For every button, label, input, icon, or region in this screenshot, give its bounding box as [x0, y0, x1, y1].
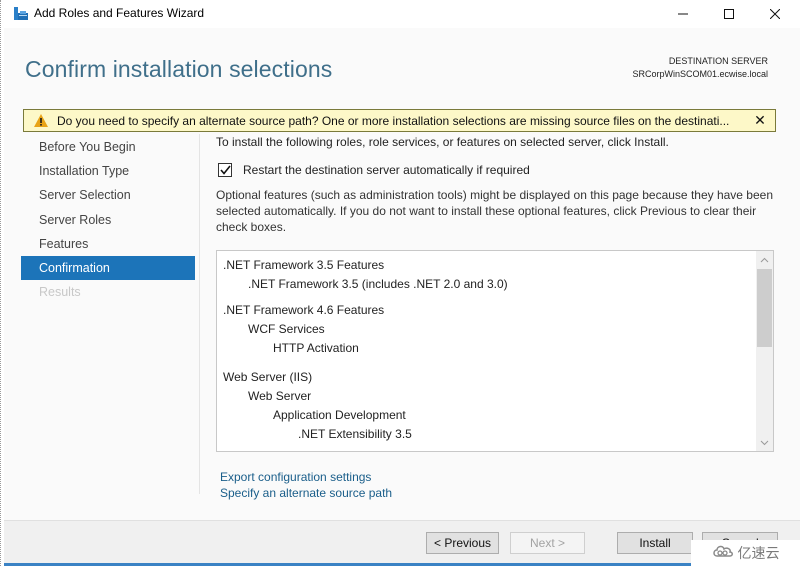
step-features[interactable]: Features [21, 232, 195, 256]
close-icon [770, 9, 780, 19]
close-button[interactable] [752, 0, 798, 28]
selection-item: Application Development [273, 408, 406, 422]
step-confirmation[interactable]: Confirmation [21, 256, 195, 280]
warning-triangle-icon [33, 113, 49, 129]
maximize-button[interactable] [706, 0, 752, 28]
install-instructions: To install the following roles, role ser… [216, 135, 669, 149]
optional-features-note: Optional features (such as administratio… [216, 188, 774, 234]
install-button[interactable]: Install [617, 532, 693, 554]
destination-server-name: SRCorpWinSCOM01.ecwise.local [632, 69, 768, 79]
next-button: Next > [510, 532, 585, 554]
window-title: Add Roles and Features Wizard [34, 6, 205, 20]
selection-item: WCF Services [248, 322, 325, 336]
page-title: Confirm installation selections [25, 56, 333, 82]
destination-server-label: DESTINATION SERVER [668, 56, 768, 66]
selection-item: .NET Framework 4.6 Features [223, 303, 385, 317]
scrollbar-thumb[interactable] [757, 269, 772, 347]
selection-item: .NET Framework 3.5 (includes .NET 2.0 an… [248, 277, 508, 291]
warning-message: Do you need to specify an alternate sour… [57, 113, 730, 128]
scroll-down-icon[interactable] [756, 434, 773, 451]
cloud-logo-icon [712, 543, 734, 563]
server-manager-app-icon [13, 6, 29, 22]
restart-checkbox-label: Restart the destination server automatic… [243, 163, 530, 177]
minimize-button[interactable] [660, 0, 706, 28]
minimize-icon [678, 13, 688, 15]
desktop-edge-left [0, 0, 2, 566]
maximize-icon [724, 9, 734, 19]
step-results: Results [39, 285, 81, 299]
step-before-you-begin[interactable]: Before You Begin [21, 135, 195, 159]
export-configuration-link[interactable]: Export configuration settings [220, 470, 371, 484]
warning-dismiss-icon[interactable]: ✕ [745, 113, 775, 129]
wizard-header: Confirm installation selections DESTINAT… [4, 28, 800, 108]
alternate-source-path-link[interactable]: Specify an alternate source path [220, 486, 392, 500]
checkmark-icon [219, 165, 231, 175]
selection-item: Web Server (IIS) [223, 370, 313, 384]
step-installation-type[interactable]: Installation Type [21, 159, 195, 183]
selection-item: Web Server [248, 389, 312, 403]
sidebar-divider [199, 134, 200, 494]
selection-item: .NET Framework 3.5 Features [223, 258, 385, 272]
wizard-steps-nav: Before You Begin Installation Type Serve… [21, 134, 195, 514]
restart-option[interactable]: Restart the destination server automatic… [218, 163, 530, 177]
missing-source-warning-bar[interactable]: Do you need to specify an alternate sour… [23, 109, 776, 132]
step-server-roles[interactable]: Server Roles [21, 208, 195, 232]
step-server-selection[interactable]: Server Selection [21, 183, 195, 207]
previous-button[interactable]: < Previous [426, 532, 499, 554]
watermark-overlay: 亿速云 [691, 540, 800, 566]
watermark-text: 亿速云 [737, 546, 780, 562]
selections-list[interactable]: .NET Framework 3.5 Features .NET Framewo… [216, 250, 774, 452]
scroll-up-icon[interactable] [756, 251, 773, 268]
selection-item: HTTP Activation [273, 341, 359, 355]
restart-checkbox[interactable] [218, 163, 232, 177]
selection-item: .NET Extensibility 3.5 [298, 427, 412, 441]
title-bar[interactable]: Add Roles and Features Wizard [4, 0, 800, 28]
